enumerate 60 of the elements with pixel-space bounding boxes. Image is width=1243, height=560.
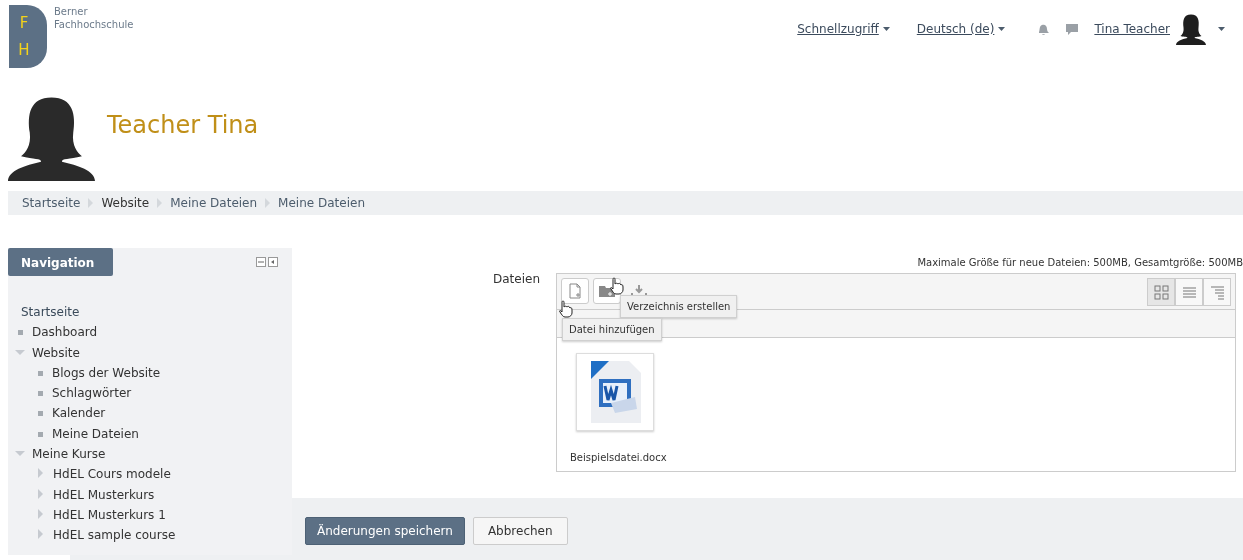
message-icon[interactable]	[1065, 22, 1080, 36]
cancel-button[interactable]: Abbrechen	[472, 517, 568, 545]
file-name[interactable]: Beispielsdatei.docx	[570, 450, 667, 465]
caret-icon	[998, 27, 1006, 31]
view-toggle[interactable]	[1147, 278, 1175, 306]
expanded-icon[interactable]	[15, 349, 25, 355]
tree-item[interactable]: Meine Dateien	[52, 426, 139, 441]
menu-dropdown[interactable]: Schnellzugriff	[797, 20, 890, 38]
tree-item[interactable]: HdEL Musterkurs	[53, 487, 155, 502]
breadcrumb-link[interactable]: Startseite	[22, 194, 81, 212]
add-file-button[interactable]	[561, 278, 589, 304]
list-view-icon	[1181, 284, 1197, 300]
menu-dropdown[interactable]: Deutsch (de)	[916, 20, 1006, 38]
file-icon	[568, 283, 582, 299]
tree-item[interactable]: Website	[32, 345, 80, 360]
breadcrumb-link[interactable]: Meine Dateien	[278, 194, 365, 212]
tree-item[interactable]: HdEL sample course	[53, 528, 176, 543]
grid-view-icon	[1153, 284, 1169, 300]
tree-item[interactable]: HdEL Cours modele	[53, 467, 171, 482]
caret-icon	[882, 27, 890, 31]
tree-item[interactable]: Schlagwörter	[52, 386, 132, 401]
caret-icon	[1218, 27, 1225, 31]
logo-text: Fachhochschule	[54, 18, 134, 31]
logo-letter: H	[18, 40, 30, 61]
tree-view-icon	[1209, 284, 1225, 300]
tree-item[interactable]: Meine Kurse	[32, 447, 106, 462]
logo-letter: F	[19, 12, 29, 34]
leaf-icon	[38, 391, 43, 397]
view-toggle[interactable]	[1203, 278, 1231, 306]
collapsed-icon[interactable]	[38, 529, 43, 540]
breadcrumb-link[interactable]: Meine Dateien	[170, 194, 258, 212]
expanded-icon[interactable]	[15, 451, 25, 457]
leaf-icon	[38, 431, 43, 437]
view-toggle[interactable]	[1175, 278, 1203, 306]
tooltip: Verzeichnis erstellen	[620, 295, 738, 318]
tree-item[interactable]: Blogs der Website	[52, 365, 161, 380]
breadcrumb-link[interactable]: Website	[101, 194, 150, 212]
tree-item[interactable]: HdEL Musterkurs 1	[53, 507, 166, 522]
tree-item[interactable]: Dashboard	[32, 325, 98, 340]
size-limit-text: Maximale Größe für neue Dateien: 500MB, Gesamtgröße: 500MB	[916, 256, 1243, 270]
save-button[interactable]: Änderungen speichern	[305, 517, 465, 545]
leaf-icon	[38, 370, 43, 376]
collapsed-icon[interactable]	[38, 468, 43, 479]
leaf-icon	[38, 411, 43, 417]
file-thumbnail[interactable]	[576, 353, 654, 431]
user-menu[interactable]: Tina Teacher	[1094, 20, 1170, 38]
tooltip: Datei hinzufügen	[562, 318, 662, 341]
tree-item[interactable]: Startseite	[21, 302, 279, 323]
tree-item[interactable]: Kalender	[52, 406, 106, 421]
profile-name: Teacher Tina	[107, 110, 259, 141]
block-title: Navigation	[8, 248, 113, 276]
avatar-icon	[1176, 13, 1206, 45]
collapsed-icon[interactable]	[38, 488, 43, 499]
hand-cursor-icon	[609, 277, 625, 295]
block-controls-icon[interactable]	[256, 257, 278, 267]
bell-icon[interactable]	[1036, 22, 1051, 36]
logo-text: Berner	[54, 5, 89, 18]
field-label: Dateien	[492, 271, 541, 288]
collapsed-icon[interactable]	[38, 508, 43, 519]
leaf-icon	[18, 330, 23, 336]
